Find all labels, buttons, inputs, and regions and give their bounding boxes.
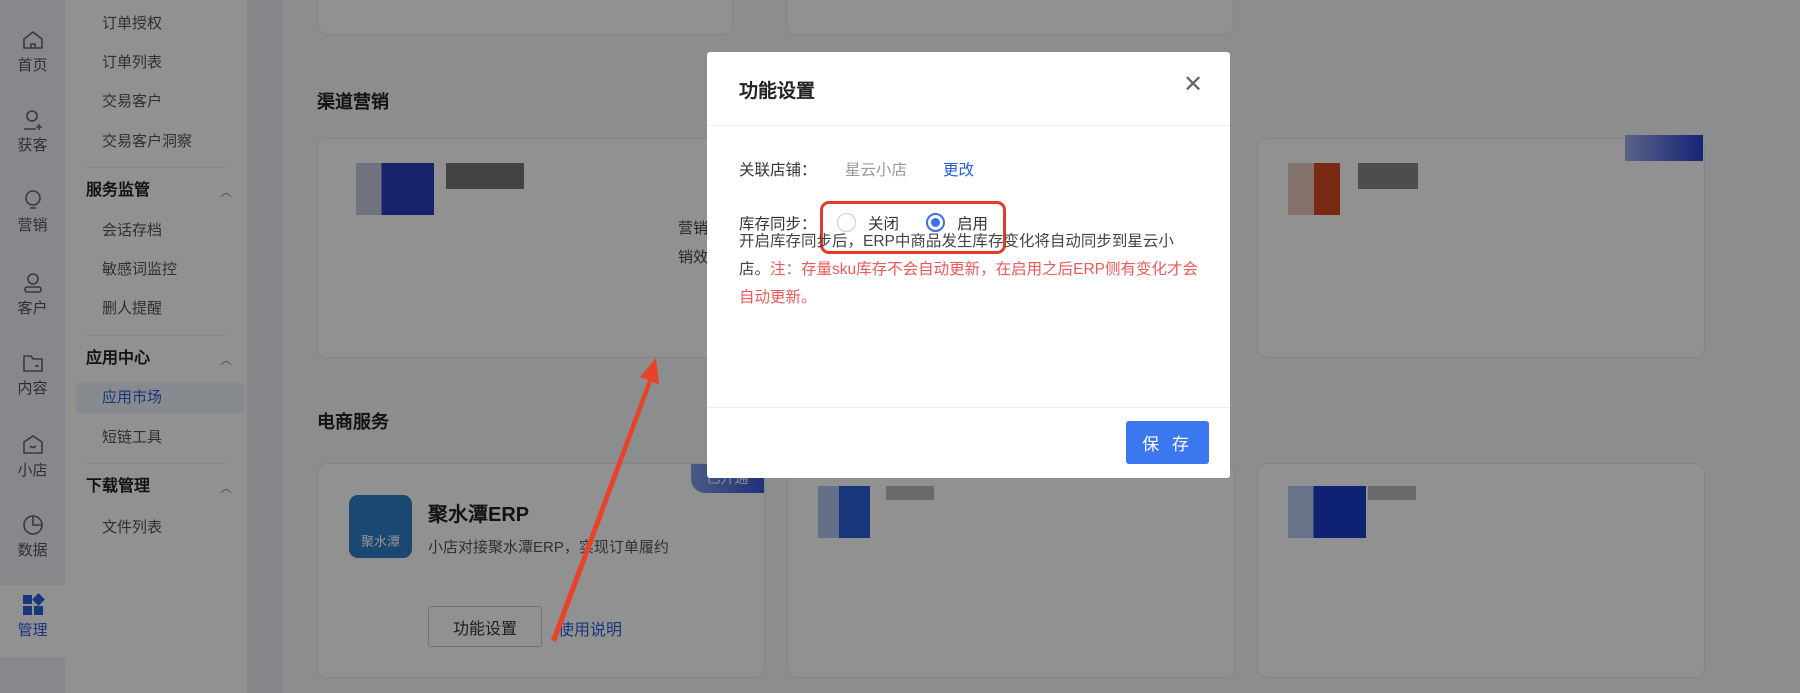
feature-settings-dialog: 功能设置 ✕ 关联店铺： 星云小店 更改 库存同步： 关闭 启用 开启库存同步后…	[707, 52, 1230, 478]
store-label: 关联店铺：	[739, 162, 817, 179]
change-store-link[interactable]: 更改	[943, 158, 974, 180]
store-value: 星云小店	[845, 162, 908, 179]
divider	[707, 407, 1230, 408]
close-icon[interactable]: ✕	[1183, 70, 1203, 99]
sync-description: 开启库存同步后，ERP中商品发生库存变化将自动同步到星云小店。注：存量sku库存…	[739, 233, 1199, 306]
save-button[interactable]: 保 存	[1126, 421, 1209, 464]
divider	[707, 125, 1230, 126]
dialog-title: 功能设置	[739, 81, 816, 102]
sync-warning: 注：存量sku库存不会自动更新，在启用之后ERP侧有变化才会自动更新。	[739, 261, 1199, 306]
